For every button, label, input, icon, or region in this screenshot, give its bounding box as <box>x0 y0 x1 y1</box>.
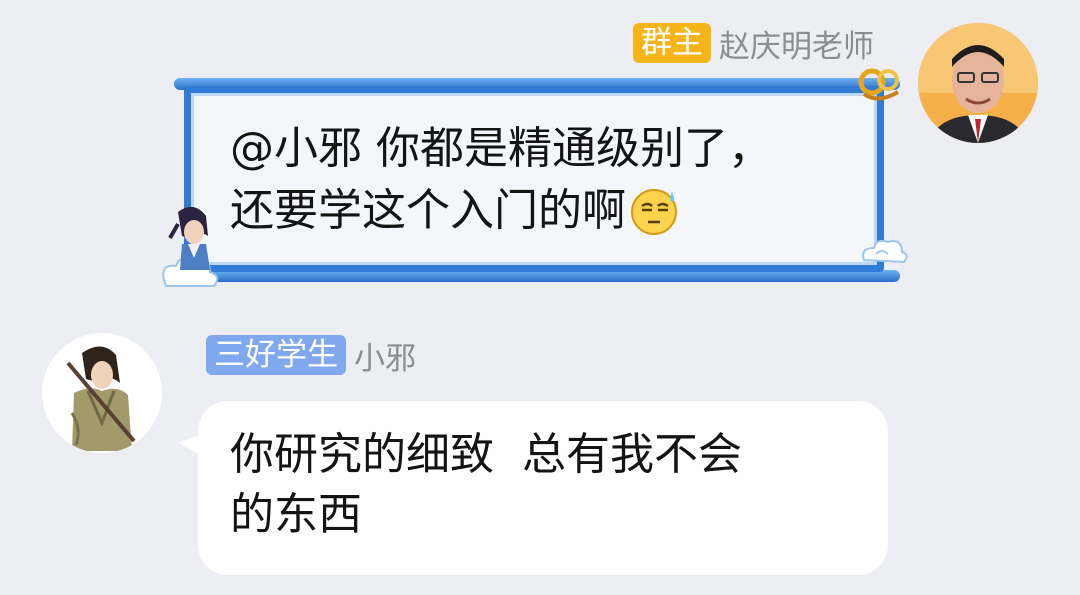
sender-avatar-teacher[interactable] <box>918 23 1038 143</box>
sender-name: 小邪 <box>354 340 416 377</box>
sender-avatar-xiaoxie[interactable] <box>42 333 162 453</box>
message-text-line: @小邪 你都是精通级别了， <box>230 123 772 174</box>
sweat-smile-emoji-icon <box>631 189 677 235</box>
message-text: 你研究的细致 总有我不会 的东西 <box>230 429 742 540</box>
xiaoxie-avatar-image <box>42 333 162 453</box>
sender-row-xiaoxie: 三好学生 小邪 <box>206 333 416 377</box>
title-badge: 三好学生 <box>206 335 346 375</box>
message-bubble-plain[interactable]: 你研究的细致 总有我不会 的东西 <box>178 401 888 575</box>
sender-name: 赵庆明老师 <box>719 28 874 65</box>
message-text-line: 还要学这个入门的啊 <box>230 185 626 236</box>
gold-knot-ornament-icon <box>858 68 900 101</box>
cloud-ornament-icon <box>862 239 908 264</box>
message-text-line-with-emoji: 还要学这个入门的啊 <box>230 180 830 242</box>
bubble-tail <box>178 433 204 457</box>
message-bubble-scroll[interactable]: @小邪 你都是精通级别了， 还要学这个入门的啊 <box>162 68 908 287</box>
message-text: @小邪 你都是精通级别了， 还要学这个入门的啊 <box>230 118 830 242</box>
teacher-avatar-image <box>918 23 1038 143</box>
group-owner-badge: 群主 <box>633 23 711 63</box>
character-sticker-icon <box>162 206 219 287</box>
sender-row-teacher: 群主 赵庆明老师 <box>633 21 874 65</box>
